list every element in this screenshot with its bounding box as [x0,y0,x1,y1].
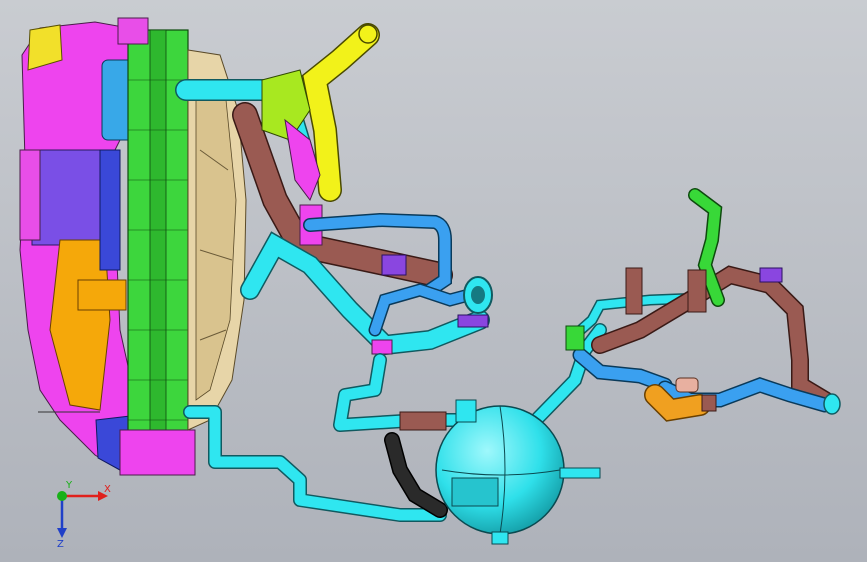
coordinate-triad: X Y Z [57,480,111,548]
filler-neck[interactable] [301,23,380,202]
cooling-system-assembly[interactable] [0,0,867,562]
black-hose[interactable] [384,432,448,518]
y-axis-label: Y [65,480,73,491]
z-axis-arrowhead [57,528,67,538]
z-axis-label: Z [57,539,64,548]
y-axis-dot [57,491,67,501]
cad-viewport[interactable]: X Y Z [0,0,867,562]
heater-hose-network[interactable] [565,188,841,422]
x-axis-label: X [104,484,111,495]
